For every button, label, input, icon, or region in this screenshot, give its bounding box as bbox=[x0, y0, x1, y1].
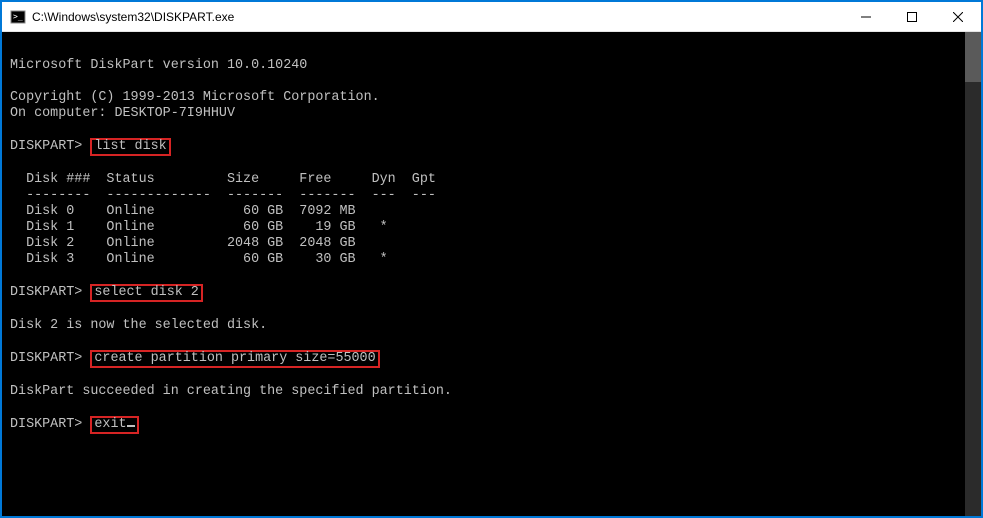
prompt-line-1: DISKPART> list disk bbox=[10, 138, 957, 156]
computer-line: On computer: DESKTOP-7I9HHUV bbox=[10, 106, 957, 122]
blank-line bbox=[10, 122, 957, 138]
scrollbar-thumb[interactable] bbox=[965, 32, 981, 82]
cmd-list-disk-highlight: list disk bbox=[90, 138, 170, 156]
blank-line bbox=[10, 74, 957, 90]
blank-line bbox=[10, 400, 957, 416]
table-row: Disk 0 Online 60 GB 7092 MB bbox=[10, 204, 957, 220]
window-frame: >_ C:\Windows\system32\DISKPART.exe Micr… bbox=[0, 0, 983, 518]
blank-line bbox=[10, 334, 957, 350]
create-result: DiskPart succeeded in creating the speci… bbox=[10, 384, 957, 400]
prompt-label: DISKPART> bbox=[10, 417, 82, 432]
svg-text:>_: >_ bbox=[13, 12, 23, 21]
terminal-wrapper: Microsoft DiskPart version 10.0.10240 Co… bbox=[2, 32, 981, 516]
maximize-button[interactable] bbox=[889, 2, 935, 31]
cursor bbox=[127, 425, 135, 427]
cmd-exit-highlight: exit bbox=[90, 416, 138, 434]
prompt-label: DISKPART> bbox=[10, 285, 82, 300]
prompt-label: DISKPART> bbox=[10, 139, 82, 154]
scrollbar[interactable] bbox=[965, 32, 981, 516]
table-header: Disk ### Status Size Free Dyn Gpt bbox=[10, 172, 957, 188]
cmd-exit-text: exit bbox=[94, 417, 126, 432]
prompt-line-2: DISKPART> select disk 2 bbox=[10, 284, 957, 302]
blank-line bbox=[10, 268, 957, 284]
window-title: C:\Windows\system32\DISKPART.exe bbox=[32, 10, 843, 24]
table-divider: -------- ------------- ------- ------- -… bbox=[10, 188, 957, 204]
titlebar[interactable]: >_ C:\Windows\system32\DISKPART.exe bbox=[2, 2, 981, 32]
app-icon: >_ bbox=[10, 9, 26, 25]
terminal[interactable]: Microsoft DiskPart version 10.0.10240 Co… bbox=[2, 32, 965, 516]
prompt-line-4: DISKPART> exit bbox=[10, 416, 957, 434]
table-row: Disk 1 Online 60 GB 19 GB * bbox=[10, 220, 957, 236]
close-button[interactable] bbox=[935, 2, 981, 31]
cmd-select-disk-highlight: select disk 2 bbox=[90, 284, 202, 302]
blank-line bbox=[10, 368, 957, 384]
minimize-button[interactable] bbox=[843, 2, 889, 31]
select-result: Disk 2 is now the selected disk. bbox=[10, 318, 957, 334]
prompt-label: DISKPART> bbox=[10, 351, 82, 366]
blank-line bbox=[10, 302, 957, 318]
blank-line bbox=[10, 42, 957, 58]
table-row: Disk 2 Online 2048 GB 2048 GB bbox=[10, 236, 957, 252]
blank-line bbox=[10, 156, 957, 172]
window-controls bbox=[843, 2, 981, 31]
cmd-create-partition-highlight: create partition primary size=55000 bbox=[90, 350, 379, 368]
copyright-line: Copyright (C) 1999-2013 Microsoft Corpor… bbox=[10, 90, 957, 106]
table-row: Disk 3 Online 60 GB 30 GB * bbox=[10, 252, 957, 268]
version-line: Microsoft DiskPart version 10.0.10240 bbox=[10, 58, 957, 74]
prompt-line-3: DISKPART> create partition primary size=… bbox=[10, 350, 957, 368]
